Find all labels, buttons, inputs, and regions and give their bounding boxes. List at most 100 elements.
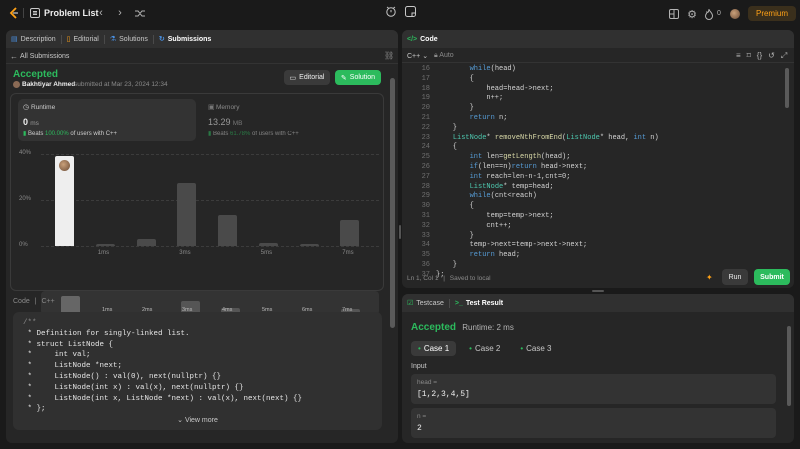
tab-description[interactable]: ▤ Description	[6, 30, 61, 48]
timer-icon[interactable]	[384, 4, 398, 18]
editor-line[interactable]: 17 {	[402, 75, 782, 85]
editor-line[interactable]: 19 n++;	[402, 94, 782, 104]
tab-testcase[interactable]: ☑ Testcase	[402, 294, 449, 312]
editorial-button[interactable]: ▭ Editorial	[284, 70, 330, 85]
auto-mode[interactable]: 🔒︎ Auto	[434, 52, 454, 60]
next-problem-icon[interactable]: ›	[115, 7, 125, 19]
settings-gear-icon[interactable]: ⚙	[686, 8, 698, 21]
runtime-box[interactable]: ◷ Runtime 0 ms ▮ Beats 100.00% of users …	[18, 99, 196, 141]
case-label: Case 2	[474, 344, 501, 353]
run-button[interactable]: Run	[722, 269, 748, 285]
horizontal-splitter[interactable]	[592, 290, 604, 292]
solution-button-label: Solution	[349, 74, 376, 81]
editor-line[interactable]: 30 {	[402, 202, 782, 212]
code-line: * ListNode(int x, ListNode *next) : val(…	[23, 394, 303, 403]
terminal-icon: >_	[454, 299, 463, 307]
editor-line[interactable]: 28 ListNode* temp=head;	[402, 183, 782, 193]
line-number: 28	[421, 182, 430, 191]
editor-line[interactable]: 31 temp=temp->next;	[402, 212, 782, 222]
editor-line[interactable]: 32 cnt++;	[402, 222, 782, 232]
tab-editorial[interactable]: ▯ Editorial	[62, 30, 104, 48]
share-link-icon[interactable]: ⛓	[384, 51, 394, 60]
code-text: }	[436, 231, 474, 240]
x-tick-label: 3ms	[179, 250, 191, 256]
line-number: 29	[421, 192, 430, 201]
chart-bar[interactable]	[136, 239, 156, 246]
tab-test-result[interactable]: >_ Test Result	[450, 294, 508, 312]
code-text: int reach=len-n-1,cnt=0;	[469, 172, 571, 181]
memory-box[interactable]: ▣ Memory 13.29 MB ▮ Beats 61.78% of user…	[204, 99, 374, 141]
editor-line[interactable]: 23 ListNode* removeNthFromEnd(ListNode* …	[402, 134, 782, 144]
chart-bar[interactable]	[55, 156, 74, 246]
case-2-tab[interactable]: • Case 2	[462, 341, 507, 356]
author-name[interactable]: Bakhtiyar Ahmed	[22, 81, 75, 88]
editor-line[interactable]: 25 int len=getLength(head);	[402, 153, 782, 163]
submit-button[interactable]: Submit	[754, 269, 790, 285]
gridline	[41, 246, 379, 247]
editor-line[interactable]: 26 if(len==n)return head->next;	[402, 163, 782, 173]
beats-icon: ▮	[23, 131, 27, 137]
back-arrow-icon[interactable]: ←	[10, 52, 18, 61]
left-scrollbar[interactable]	[390, 78, 395, 328]
code-text: {	[436, 202, 474, 211]
line-number: 16	[421, 65, 430, 73]
solution-button[interactable]: ✎ Solution	[335, 70, 381, 85]
braces-icon[interactable]: {}	[757, 51, 762, 61]
runtime-value: 0	[23, 117, 29, 127]
editor-scrollbar[interactable]	[785, 68, 789, 108]
view-more-button[interactable]: ⌄ View more	[13, 416, 382, 424]
result-status: Accepted	[411, 322, 457, 333]
tab-code[interactable]: </> Code	[402, 30, 443, 48]
bookmark-icon[interactable]: ⌑	[747, 51, 751, 61]
code-editor[interactable]: 16 while(head) 17 {18 head=head->next; 19 …	[402, 63, 782, 279]
editor-line[interactable]: 24 {	[402, 143, 782, 153]
editor-line[interactable]: 22 }	[402, 124, 782, 134]
case-3-tab[interactable]: • Case 3	[513, 341, 558, 356]
editor-line[interactable]: 21 return n;	[402, 114, 782, 124]
all-submissions-link[interactable]: All Submissions	[20, 53, 69, 60]
chart-bar[interactable]	[218, 214, 237, 246]
tab-label: Submissions	[167, 35, 212, 43]
leetcode-logo[interactable]	[8, 7, 20, 19]
sparkle-icon[interactable]: ✦	[706, 273, 713, 282]
format-icon[interactable]: ≡	[736, 51, 741, 61]
vertical-splitter[interactable]	[399, 225, 401, 239]
submissions-icon: ↻	[158, 36, 165, 43]
editor-line[interactable]: 33 }	[402, 232, 782, 242]
fullscreen-icon[interactable]: ⤢	[781, 51, 787, 61]
chart-bar[interactable]	[258, 242, 278, 246]
chart-bar[interactable]	[299, 243, 319, 246]
language-select[interactable]: C++ ⌄	[407, 52, 428, 60]
problem-list-icon[interactable]	[29, 7, 41, 19]
editor-line[interactable]: 27 int reach=len-n-1,cnt=0;	[402, 173, 782, 183]
editor-line[interactable]: 18 head=head->next;	[402, 85, 782, 95]
tab-label: Solutions	[119, 35, 148, 43]
editor-line[interactable]: 34 temp->next=temp->next->next;	[402, 241, 782, 251]
editor-line[interactable]: 29 while(cnt<reach)	[402, 192, 782, 202]
notes-icon[interactable]	[403, 4, 417, 18]
layout-icon[interactable]	[668, 8, 680, 20]
code-text: }	[436, 261, 458, 269]
premium-button[interactable]: Premium	[748, 6, 796, 21]
reset-icon[interactable]: ↺	[768, 51, 775, 61]
editor-line[interactable]: 16 while(head)	[402, 65, 782, 75]
code-language: C++	[41, 298, 55, 305]
chart-bar[interactable]	[177, 182, 197, 246]
top-bar: Problem List ‹ › ⚙ 0 Premium	[0, 0, 800, 26]
cursor-position: Ln 1, Col 1	[407, 275, 439, 282]
problem-list-link[interactable]: Problem List	[44, 8, 99, 18]
avatar[interactable]	[730, 9, 740, 19]
editor-line[interactable]: 20 }	[402, 104, 782, 114]
streak-fire-icon[interactable]	[704, 8, 714, 20]
editor-line[interactable]: 35 return head;	[402, 251, 782, 261]
clock-icon: ◷	[23, 104, 30, 111]
shuffle-icon[interactable]	[134, 7, 146, 19]
case-1-tab[interactable]: • Case 1	[411, 341, 457, 356]
code-section-divider: |	[34, 298, 37, 305]
chart-bar[interactable]	[340, 219, 360, 246]
prev-problem-icon[interactable]: ‹	[96, 7, 106, 19]
chart-bar[interactable]	[95, 243, 115, 246]
tab-submissions[interactable]: ↻ Submissions	[154, 30, 216, 48]
tab-solutions[interactable]: ⚗ Solutions	[105, 30, 153, 48]
result-scrollbar[interactable]	[787, 326, 791, 406]
